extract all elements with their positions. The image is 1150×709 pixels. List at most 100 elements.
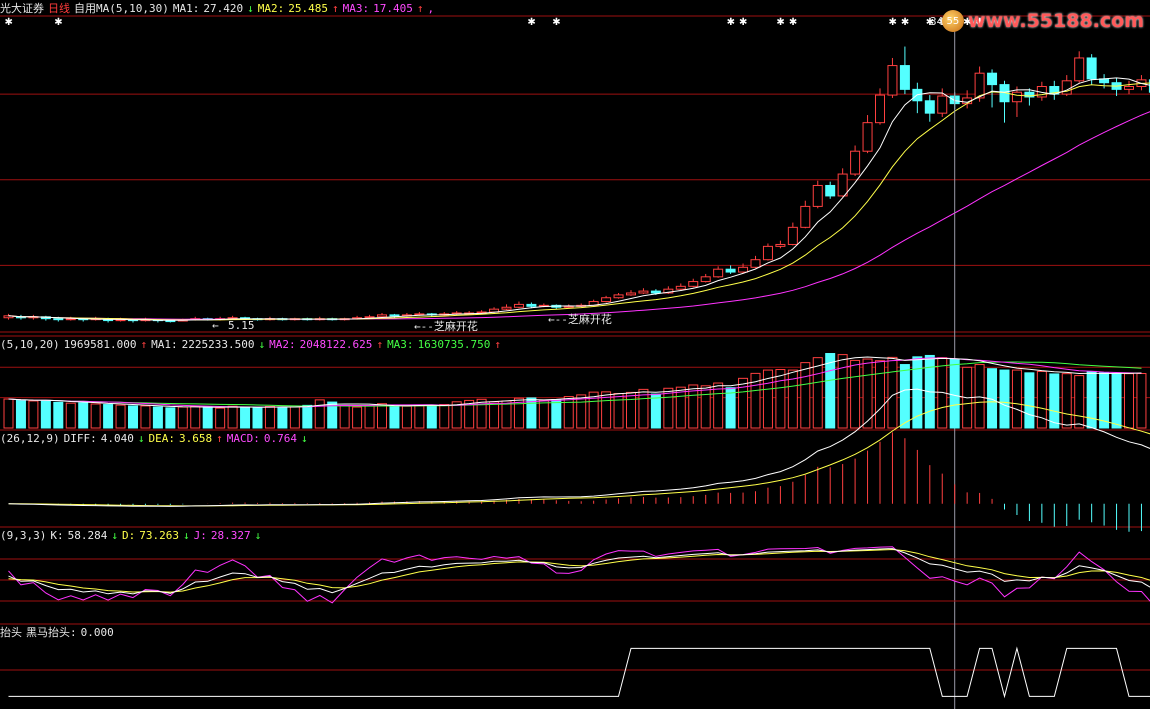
volume-bar: [850, 359, 861, 429]
volume-bar: [551, 399, 562, 429]
volume-bar: [389, 405, 400, 429]
heima-name[interactable]: 黑马抬头:: [26, 626, 77, 639]
k-value: 58.284: [67, 529, 108, 542]
kdj-panel-header: (9,3,3) K: 58.284 ↓ D: 73.263 ↓ J: 28.327 ↓: [0, 529, 265, 543]
volume-panel-header: (5,10,20) 1969581.000 ↑ MA1: 2225233.500 ↓ MA2…: [0, 338, 505, 352]
ma2-line: [8, 82, 1150, 321]
candle-body: [800, 205, 811, 228]
macd-value: 0.764: [263, 432, 297, 445]
d-arrow-icon: ↓: [182, 529, 190, 542]
volume-bar: [800, 362, 811, 429]
volume-bar: [352, 406, 363, 429]
j-arrow-icon: ↓: [254, 529, 262, 542]
volume-bar: [675, 386, 686, 429]
heima-signal-line: [8, 646, 1150, 699]
ma3-label: MA3:: [342, 2, 370, 15]
candle-body: [1086, 57, 1097, 80]
kdj-params[interactable]: (9,3,3): [0, 529, 46, 542]
vol-value: 1969581.000: [63, 338, 137, 351]
dea-value: 3.658: [178, 432, 213, 445]
watermark-logo-icon: 55: [941, 10, 964, 32]
volume-bar: [899, 364, 910, 429]
volume-bar: [1024, 372, 1035, 429]
ma2-value: 25.485: [288, 2, 328, 15]
ma2-arrow-icon: ↑: [331, 2, 339, 15]
volume-bar: [78, 402, 89, 429]
candle-body: [563, 305, 574, 308]
candle-body: [775, 243, 786, 247]
volume-bar: [401, 405, 412, 429]
volume-bar: [40, 399, 51, 429]
candle-body: [1074, 57, 1085, 82]
volume-bar: [314, 399, 325, 429]
ma1-arrow-icon: ↓: [247, 2, 254, 15]
volume-bar: [663, 387, 674, 429]
volume-bar: [812, 357, 823, 429]
stock-chart-window[interactable]: ✱✱✱✱✱✱✱✱✱✱✱✱✱✱ 光大证券日线自用MA(5,10,30)MA1:27…: [0, 0, 1150, 709]
stock-name: 光大证券: [0, 2, 44, 15]
signal-label-1: ←--芝麻开花: [414, 320, 478, 333]
candle-body: [377, 314, 387, 318]
diff-arrow-icon: ↓: [137, 432, 145, 445]
volume-bar: [277, 406, 288, 429]
k-arrow-icon: ↓: [111, 529, 118, 542]
indicator-name[interactable]: 自用MA(5,10,30): [74, 2, 169, 15]
stock-chart-canvas[interactable]: ✱✱✱✱✱✱✱✱✱✱✱✱✱✱: [0, 0, 1150, 709]
volume-bar: [65, 402, 76, 429]
j-label: J:: [193, 529, 207, 542]
ma3-line: [8, 111, 1150, 320]
vol-ma2-value: 2048122.625: [299, 338, 373, 351]
volume-bar: [974, 364, 985, 429]
signal-label-2: ←--芝麻开花: [548, 313, 612, 326]
candle-body: [688, 281, 699, 287]
period-label[interactable]: 日线: [48, 2, 70, 15]
volume-bar: [576, 394, 587, 429]
candle-body: [725, 268, 736, 273]
volume-bar: [289, 406, 300, 429]
candle-body: [1124, 86, 1134, 90]
macd-panel-header: (26,12,9) DIFF: 4.040 ↓ DEA: 3.658 ↑ MACD: 0.764…: [0, 432, 312, 446]
diff-value: 4.040: [100, 432, 134, 445]
signal-star-icon: ✱: [739, 17, 747, 28]
heima-prefix: 抬头: [0, 626, 22, 639]
signal-star-icon: ✱: [552, 17, 560, 28]
low-price-label: 5.15: [228, 319, 255, 332]
ma3-arrow-icon: ↑: [416, 2, 424, 15]
vol-ma1-value: 2225233.500: [181, 338, 255, 351]
candle-body: [875, 94, 885, 124]
candle-body: [825, 184, 836, 197]
volume-bar: [128, 405, 138, 429]
vol-ma1-label: MA1:: [151, 338, 178, 351]
volume-bar: [837, 354, 848, 429]
vol-ma3-label: MA3:: [387, 338, 414, 351]
volume-bar: [1049, 373, 1060, 429]
macd-label: MACD:: [226, 432, 260, 445]
candle-body: [850, 150, 861, 175]
vol-params[interactable]: (5,10,20): [0, 338, 60, 351]
candle-body: [675, 285, 686, 290]
volume-bar: [90, 403, 101, 429]
candle-body: [700, 276, 711, 283]
candle-body: [638, 290, 649, 294]
candle-body: [887, 65, 898, 96]
candle-body: [513, 303, 524, 308]
volume-bar: [15, 399, 26, 429]
dea-arrow-icon: ↑: [216, 432, 223, 445]
volume-bar: [439, 404, 450, 429]
candle-body: [738, 266, 749, 273]
j-line: [8, 546, 1150, 604]
vol-ma3-value: 1630735.750: [417, 338, 491, 351]
volume-bar: [501, 400, 512, 429]
volume-bar: [725, 387, 736, 429]
candle-body: [837, 173, 848, 197]
candle-body: [501, 306, 512, 310]
volume-bar: [302, 404, 313, 429]
candle-body: [526, 303, 537, 307]
volume-bar: [215, 407, 226, 429]
macd-params[interactable]: (26,12,9): [0, 432, 60, 445]
volume-bar: [28, 400, 39, 429]
diff-label: DIFF:: [63, 432, 97, 445]
candle-body: [987, 72, 998, 86]
volume-bar: [339, 405, 350, 429]
volume-bar: [3, 398, 14, 429]
